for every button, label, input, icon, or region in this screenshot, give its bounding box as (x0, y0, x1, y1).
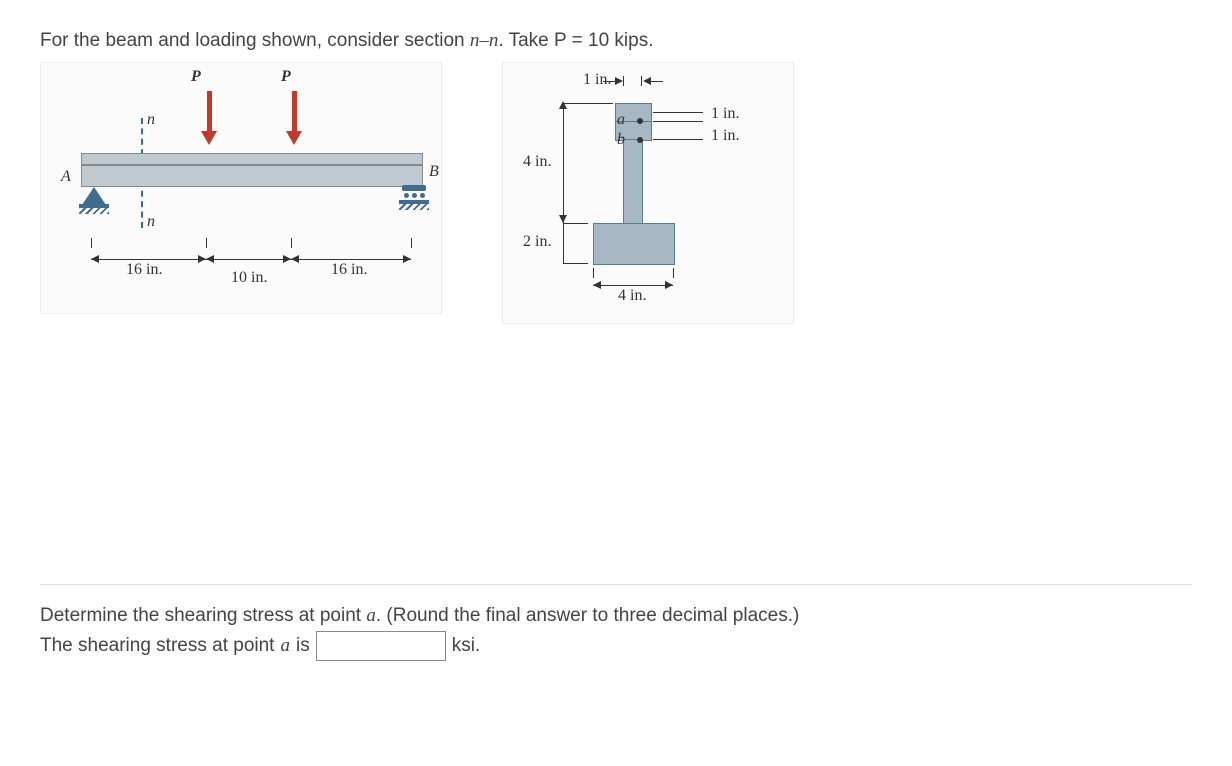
point-a-label: a (617, 111, 625, 129)
p-value: 10 kips (588, 30, 648, 51)
flange-h1: 1 in. (711, 105, 739, 123)
point-b-label: b (617, 131, 625, 149)
base-width: 4 in. (618, 287, 646, 305)
q1-suffix: . (Round the final answer to three decim… (376, 605, 800, 626)
q1-point: a (366, 605, 376, 626)
point-b-dot (637, 137, 643, 143)
load-label-2: P (281, 68, 291, 86)
base-block (593, 223, 675, 265)
load-arrow-1 (201, 91, 217, 145)
base-height: 2 in. (523, 233, 551, 251)
figure-row: P P n n A B (40, 62, 1192, 324)
dim-mid: 10 in. (231, 269, 267, 287)
flange-h2: 1 in. (711, 127, 739, 145)
q2-point: a (280, 635, 290, 657)
problem-prefix: For the beam and loading shown, consider… (40, 30, 470, 51)
section-mark-bot: n (147, 213, 155, 231)
dim-left: 16 in. (126, 261, 162, 279)
top-gap-label: 1 in. (583, 71, 611, 89)
answer-unit: ksi. (452, 635, 481, 657)
dim-right: 16 in. (331, 261, 367, 279)
q2-mid: is (296, 635, 310, 657)
problem-mid: . Take P = (498, 30, 588, 51)
answer-input[interactable] (316, 631, 446, 661)
point-a-dot (637, 118, 643, 124)
beam-flange (81, 153, 423, 165)
problem-suffix: . (648, 30, 653, 51)
beam-body (81, 165, 423, 187)
problem-statement: For the beam and loading shown, consider… (40, 30, 1192, 52)
pin-support-icon (79, 187, 109, 214)
roller-support-icon (399, 185, 429, 210)
web-height: 4 in. (523, 153, 551, 171)
section-mark-top: n (147, 111, 155, 129)
web-lower (623, 139, 643, 225)
cross-section-figure: a b 1 in. 1 in. 1 in. 4 in. 2 in. 4 in. (502, 62, 794, 324)
section-label: n–n (470, 30, 499, 51)
answer-line: The shearing stress at point a is ksi. (40, 631, 1192, 661)
q1-prefix: Determine the shearing stress at point (40, 605, 366, 626)
q2-prefix: The shearing stress at point (40, 635, 274, 657)
support-a-label: A (61, 168, 71, 186)
load-label-1: P (191, 68, 201, 86)
load-arrow-2 (286, 91, 302, 145)
question-block: Determine the shearing stress at point a… (40, 584, 1192, 661)
question-line-1: Determine the shearing stress at point a… (40, 605, 1192, 627)
beam-figure: P P n n A B (40, 62, 442, 314)
support-b-label: B (429, 163, 439, 181)
